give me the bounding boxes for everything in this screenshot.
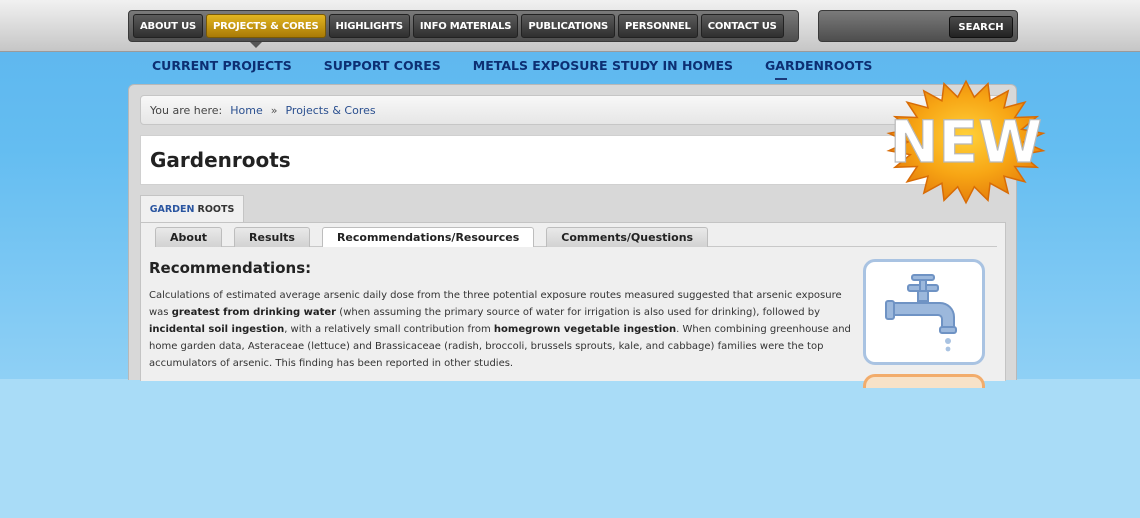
gardenroots-tab[interactable]: GARDEN ROOTS <box>140 195 244 223</box>
recommendations-heading: Recommendations: <box>149 259 312 277</box>
new-badge-label: NEW <box>890 108 1042 176</box>
content-tabs: About Results Recommendations/Resources Com… <box>155 227 997 247</box>
nav-highlights-button[interactable]: HIGHLIGHTS <box>328 14 410 38</box>
subnav-support-cores-link[interactable]: SUPPORT CORES <box>324 58 441 76</box>
search-input[interactable] <box>825 16 945 38</box>
emphasis-text: incidental soil ingestion <box>149 324 285 335</box>
lower-background <box>0 379 1140 518</box>
nav-projects-cores-button[interactable]: PROJECTS & CORES <box>206 14 326 38</box>
breadcrumb-separator: » <box>270 103 278 117</box>
gardenroots-tab-part1: GARDEN <box>149 204 195 215</box>
faucet-card[interactable] <box>863 259 985 365</box>
emphasis-text: homegrown vegetable ingestion <box>493 324 677 335</box>
tab-content: About Results Recommendations/Resources Com… <box>140 222 1006 388</box>
body-text: (when assuming the primary source of wat… <box>336 307 821 318</box>
faucet-icon <box>885 274 957 352</box>
tab-about[interactable]: About <box>155 227 223 247</box>
orange-card[interactable] <box>863 374 985 388</box>
breadcrumb-home-link[interactable]: Home <box>230 104 262 117</box>
tab-recommendations-resources[interactable]: Recommendations/Resources <box>321 227 535 247</box>
breadcrumb-projects-link[interactable]: Projects & Cores <box>285 104 375 117</box>
new-badge: NEW <box>886 79 1046 205</box>
subnav-metals-exposure-study-in-homes-link[interactable]: METALS EXPOSURE STUDY IN HOMES <box>473 58 733 76</box>
gardenroots-tab-part2: ROOTS <box>197 204 235 215</box>
search-box: SEARCH <box>818 10 1018 42</box>
nav-personnel-button[interactable]: PERSONNEL <box>618 14 698 38</box>
sub-nav: CURRENT PROJECTS SUPPORT CORES METALS EXPO… <box>152 58 872 76</box>
recommendations-text: Calculations of estimated average arseni… <box>149 287 855 372</box>
nav-info-materials-button[interactable]: INFO MATERIALS <box>412 14 519 38</box>
page-title: Gardenroots <box>150 148 291 172</box>
sub-nav-active-marker <box>775 78 787 80</box>
active-nav-pointer <box>250 42 262 48</box>
tab-results[interactable]: Results <box>234 227 310 247</box>
body-text: , with a relatively small contribution f… <box>284 324 494 335</box>
nav-about-us-button[interactable]: ABOUT US <box>133 14 204 38</box>
emphasis-text: greatest from drinking water <box>171 307 337 318</box>
subnav-current-projects-link[interactable]: CURRENT PROJECTS <box>152 58 292 76</box>
nav-publications-button[interactable]: PUBLICATIONS <box>521 14 615 38</box>
nav-contact-us-button[interactable]: CONTACT US <box>700 14 784 38</box>
main-nav: ABOUT US PROJECTS & CORES HIGHLIGHTS INFO M… <box>128 10 799 42</box>
tab-comments-questions[interactable]: Comments/Questions <box>546 227 709 247</box>
search-button[interactable]: SEARCH <box>949 16 1013 38</box>
breadcrumb-prefix: You are here: <box>150 103 223 117</box>
